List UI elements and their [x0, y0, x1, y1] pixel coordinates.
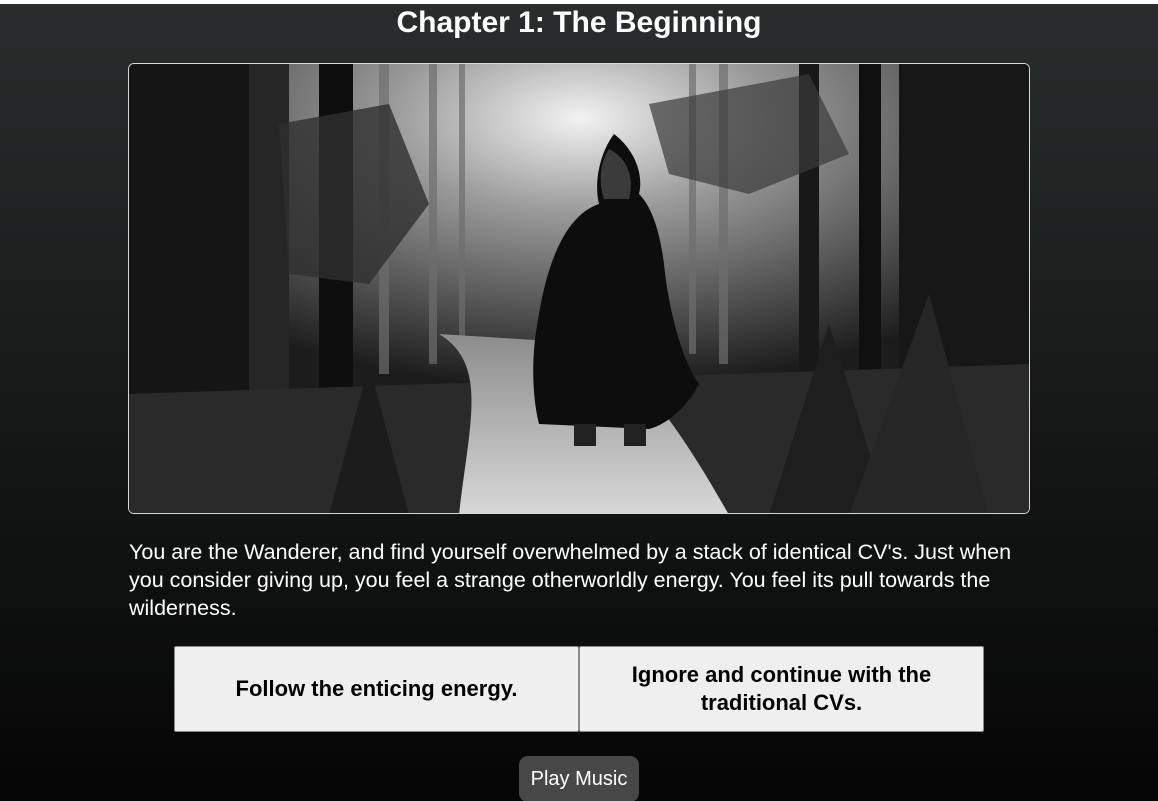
choice-button-ignore-continue[interactable]: Ignore and continue with the traditional…: [579, 646, 984, 732]
chapter-title: Chapter 1: The Beginning: [396, 6, 762, 39]
choice-button-follow-energy[interactable]: Follow the enticing energy.: [174, 646, 579, 732]
hooded-wanderer-illustration: [129, 64, 1029, 513]
top-strip: [0, 0, 1158, 4]
play-music-button[interactable]: Play Music: [519, 756, 639, 801]
story-text: You are the Wanderer, and find yourself …: [129, 540, 1012, 620]
scene-image: [128, 63, 1030, 514]
